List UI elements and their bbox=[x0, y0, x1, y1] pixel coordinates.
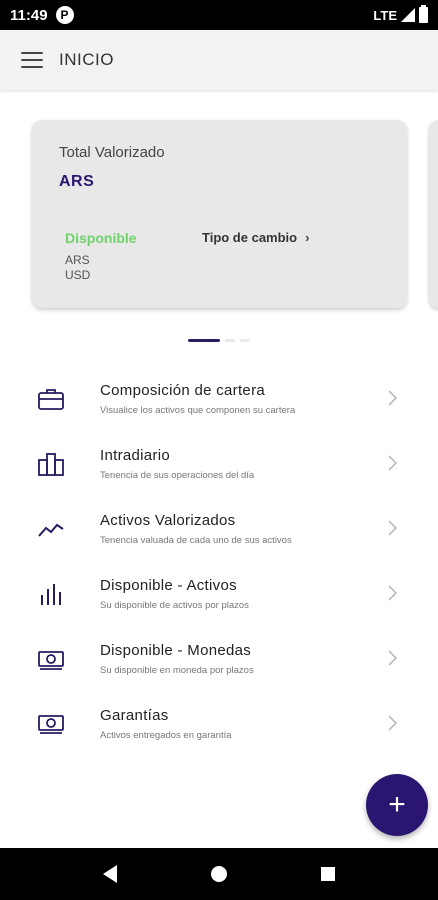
portfolio-summary-card[interactable]: Total Valorizado ARS Disponible ARS USD … bbox=[32, 120, 407, 308]
back-button[interactable] bbox=[90, 854, 130, 894]
carousel-dot[interactable] bbox=[240, 339, 250, 342]
usd-label: USD bbox=[65, 268, 91, 282]
status-bar: 11:49 P LTE bbox=[0, 0, 438, 30]
cash-stack-icon bbox=[38, 715, 64, 734]
list-item-subtitle: Activos entregados en garantía bbox=[100, 730, 232, 741]
list-item-subtitle: Su disponible de activos por plazos bbox=[100, 600, 249, 611]
list-item-subtitle: Tenencia valuada de cada uno de sus acti… bbox=[100, 535, 292, 546]
app-bar: INICIO bbox=[0, 30, 438, 90]
tipo-de-cambio-label: Tipo de cambio bbox=[202, 230, 298, 245]
status-time: 11:49 bbox=[10, 6, 48, 24]
next-card-peek[interactable] bbox=[429, 120, 438, 308]
list-item-label: Activos Valorizados bbox=[100, 512, 236, 529]
list-item-composicion-cartera[interactable]: Composición de cartera Visualice los act… bbox=[0, 366, 438, 431]
bar-chart-icon bbox=[41, 584, 61, 605]
cash-icon bbox=[38, 651, 64, 670]
chevron-right-icon bbox=[388, 650, 398, 666]
disponible-label: Disponible bbox=[65, 230, 137, 246]
tipo-de-cambio-link[interactable]: Tipo de cambio › bbox=[202, 230, 309, 245]
list-item-garantias[interactable]: Garantías Activos entregados en garantía bbox=[0, 691, 438, 756]
home-circle-icon bbox=[210, 866, 227, 882]
briefcase-icon bbox=[38, 389, 64, 410]
system-nav-bar bbox=[0, 848, 438, 900]
list-item-label: Disponible - Monedas bbox=[100, 642, 252, 659]
total-valorizado-label: Total Valorizado bbox=[59, 144, 165, 161]
list-item-label: Disponible - Activos bbox=[100, 577, 237, 594]
menu-icon[interactable] bbox=[21, 52, 43, 68]
signal-icon bbox=[401, 8, 415, 22]
list-item-subtitle: Tenencia de sus operaciones del día bbox=[100, 470, 255, 481]
list-item-disponible-activos[interactable]: Disponible - Activos Su disponible de ac… bbox=[0, 561, 438, 626]
currency-label: ARS bbox=[59, 173, 95, 190]
list-item-label: Composición de cartera bbox=[100, 382, 266, 399]
list-item-label: Garantías bbox=[100, 707, 169, 724]
carousel-dot-active[interactable] bbox=[188, 339, 220, 342]
options-list: Composición de cartera Visualice los act… bbox=[0, 366, 438, 756]
ars-label: ARS bbox=[65, 253, 90, 267]
list-item-subtitle: Visualice los activos que componen su ca… bbox=[100, 405, 296, 416]
trend-line-icon bbox=[38, 523, 64, 537]
add-button[interactable]: + bbox=[366, 774, 428, 836]
chevron-right-icon bbox=[388, 455, 398, 471]
chevron-right-icon bbox=[388, 390, 398, 406]
chevron-right-icon: › bbox=[305, 230, 310, 245]
list-item-intradiario[interactable]: Intradiario Tenencia de sus operaciones … bbox=[0, 431, 438, 496]
back-triangle-icon bbox=[102, 865, 117, 883]
list-item-activos-valorizados[interactable]: Activos Valorizados Tenencia valuada de … bbox=[0, 496, 438, 561]
recents-button[interactable] bbox=[308, 854, 348, 894]
chevron-right-icon bbox=[388, 520, 398, 536]
network-label: LTE bbox=[373, 7, 397, 23]
chevron-right-icon bbox=[388, 585, 398, 601]
status-right: LTE bbox=[373, 5, 428, 23]
app-notification-icon: P bbox=[55, 6, 74, 24]
chevron-right-icon bbox=[388, 715, 398, 731]
list-item-subtitle: Su disponible en moneda por plazos bbox=[100, 665, 254, 676]
buildings-icon bbox=[38, 453, 64, 476]
battery-icon bbox=[419, 5, 428, 23]
recents-square-icon bbox=[321, 867, 336, 881]
carousel-indicator bbox=[0, 339, 438, 342]
list-item-label: Intradiario bbox=[100, 447, 171, 464]
home-button[interactable] bbox=[199, 854, 239, 894]
page-title: INICIO bbox=[59, 50, 114, 69]
carousel-dot[interactable] bbox=[225, 339, 235, 342]
list-item-disponible-monedas[interactable]: Disponible - Monedas Su disponible en mo… bbox=[0, 626, 438, 691]
